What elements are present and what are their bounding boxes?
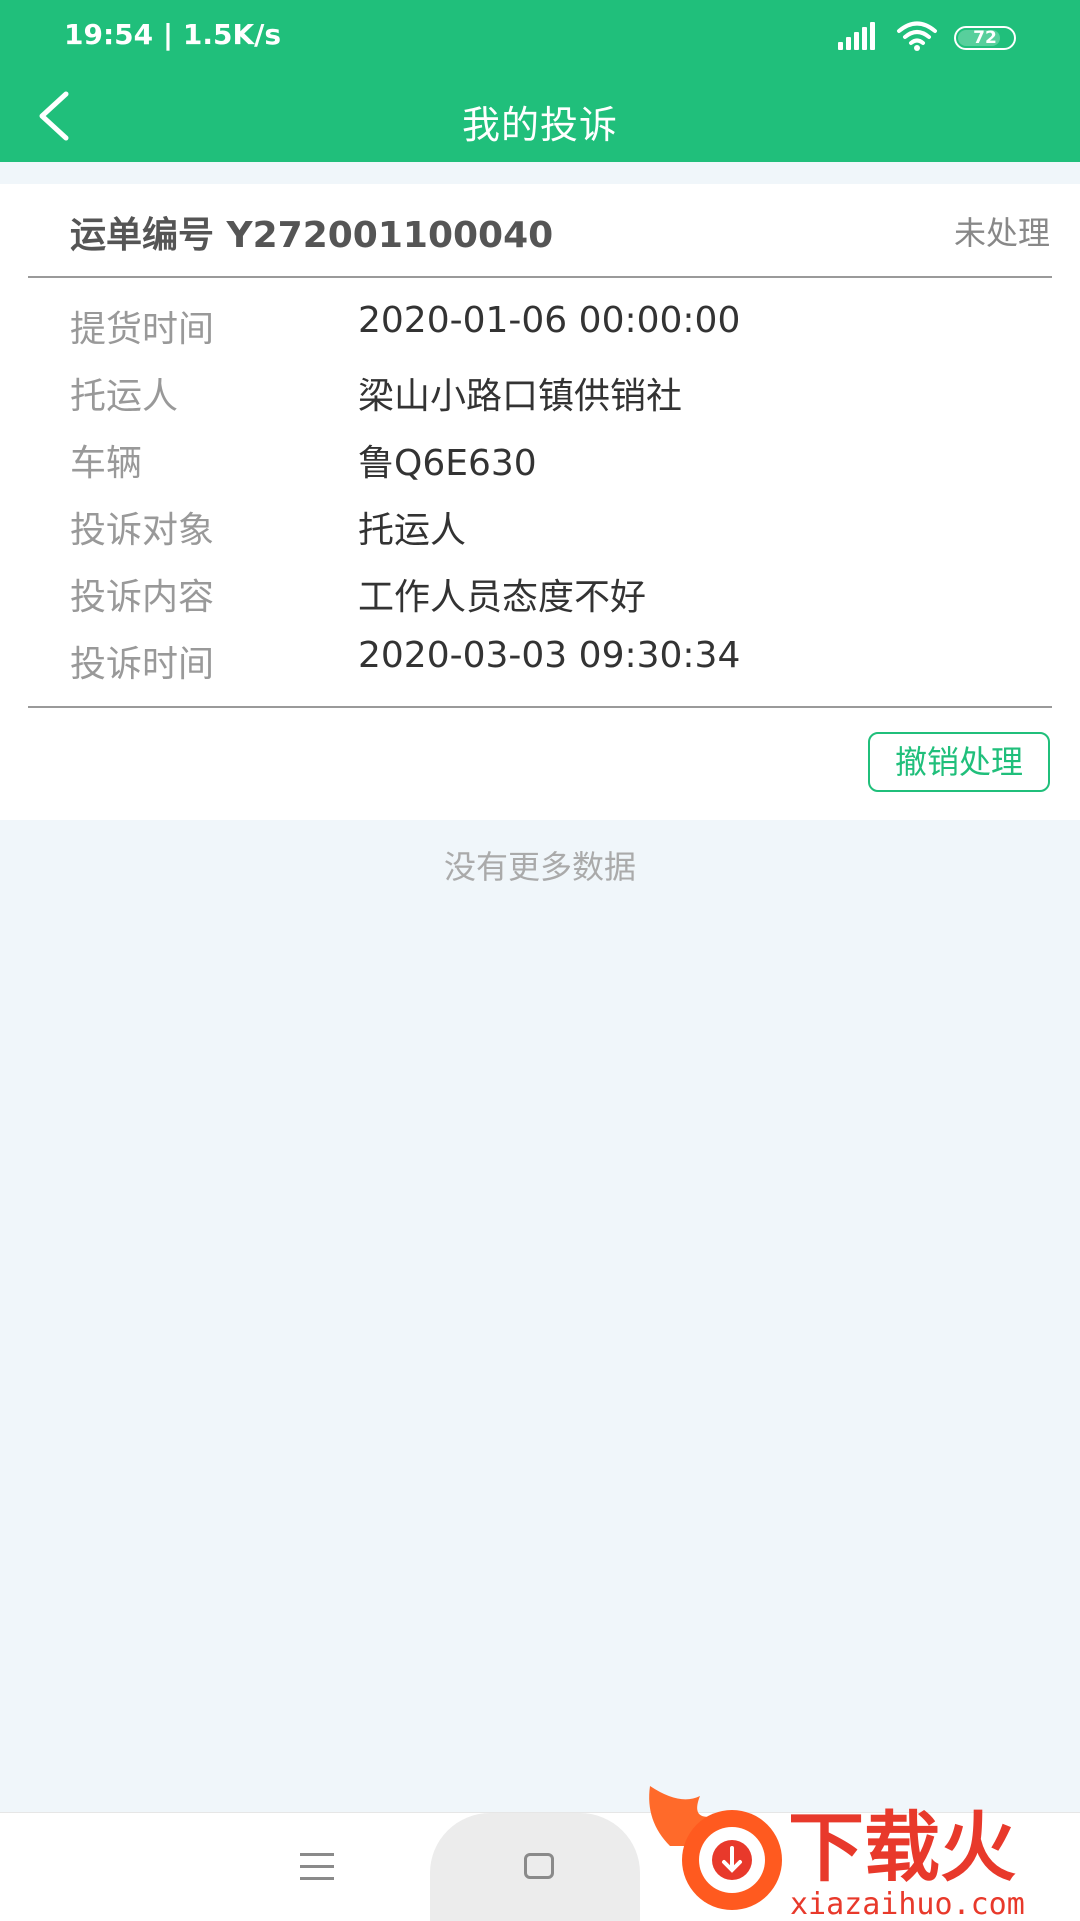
detail-value: 2020-03-03 09:30:34 <box>358 635 741 676</box>
detail-value: 2020-01-06 00:00:00 <box>358 300 741 341</box>
status-badge: 未处理 <box>953 214 1050 252</box>
battery-icon: 72 <box>954 26 1016 50</box>
detail-label: 托运人 <box>70 376 179 417</box>
watermark-logo: 下载火 xiazaihuo.com <box>649 1786 1025 1920</box>
watermark-url: xiazaihuo.com <box>790 1887 1025 1920</box>
home-nav-button[interactable] <box>524 1853 554 1879</box>
menu-nav-button[interactable] <box>300 1853 334 1881</box>
status-time: 19:54 | 1.5K/s <box>64 18 282 51</box>
detail-row: 投诉对象 托运人 <box>0 495 1080 555</box>
detail-row: 提货时间 2020-01-06 00:00:00 <box>0 294 1080 354</box>
status-bar: 19:54 | 1.5K/s 72 <box>0 0 1080 72</box>
detail-row: 托运人 梁山小路口镇供销社 <box>0 361 1080 421</box>
wifi-icon <box>897 21 937 51</box>
detail-row: 投诉时间 2020-03-03 09:30:34 <box>0 629 1080 689</box>
detail-label: 投诉时间 <box>70 644 215 685</box>
divider <box>28 276 1052 278</box>
revoke-button[interactable]: 撤销处理 <box>868 732 1050 792</box>
card-header: 运单编号 Y272001100040 未处理 <box>0 184 1080 276</box>
divider <box>28 706 1052 708</box>
detail-label: 投诉内容 <box>70 577 215 618</box>
detail-label: 车辆 <box>70 443 143 484</box>
battery-level: 72 <box>973 28 997 48</box>
detail-label: 提货时间 <box>70 309 215 350</box>
signal-icon <box>838 22 878 50</box>
order-number: 运单编号 Y272001100040 <box>70 215 554 256</box>
detail-value: 托运人 <box>358 510 467 551</box>
detail-value: 鲁Q6E630 <box>358 443 537 484</box>
complaint-card: 运单编号 Y272001100040 未处理 提货时间 2020-01-06 0… <box>0 184 1080 820</box>
no-more-data-text: 没有更多数据 <box>443 848 636 886</box>
detail-row: 车辆 鲁Q6E630 <box>0 428 1080 488</box>
detail-row: 投诉内容 工作人员态度不好 <box>0 562 1080 622</box>
detail-value: 工作人员态度不好 <box>358 577 647 618</box>
app-header: 我的投诉 <box>0 72 1080 162</box>
detail-value: 梁山小路口镇供销社 <box>358 376 683 417</box>
detail-label: 投诉对象 <box>70 510 215 551</box>
page-title: 我的投诉 <box>461 103 618 147</box>
watermark-brand: 下载火 <box>788 1803 1016 1892</box>
